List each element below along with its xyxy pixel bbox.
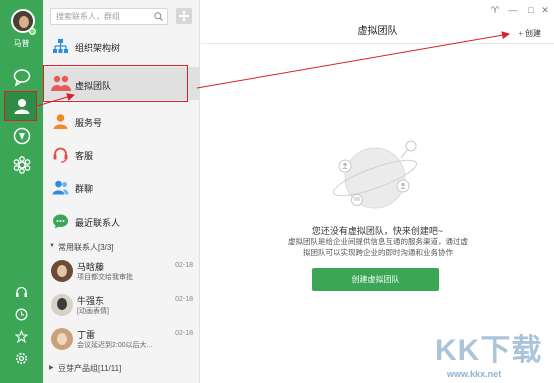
contact-date: 02-18 [175, 296, 193, 303]
search-box [50, 8, 168, 25]
contacts-tab-highlight [4, 91, 37, 121]
nav-item-label: 客服 [75, 151, 94, 161]
contact-avatar [51, 328, 73, 350]
recent-contacts-icon [52, 213, 69, 230]
service-account-icon [52, 113, 69, 130]
star-icon[interactable] [14, 329, 29, 344]
headset-icon[interactable] [15, 286, 28, 299]
nav-item-label: 最近联系人 [75, 218, 121, 228]
expand-down-icon: ▼ [49, 243, 55, 249]
virtual-team-highlight [43, 65, 188, 102]
watermark-text: KK下载 [435, 334, 543, 367]
group-label: 豆芽产品组[11/11] [58, 364, 122, 373]
contact-last-message: 会议延迟到2:00以后大... [77, 342, 153, 349]
nav-item-service-account[interactable]: 服务号 [43, 107, 200, 137]
title-bar: 虚拟团队 ♈ — □ ✕ + 创建 [201, 0, 554, 44]
left-rail: 马普 [0, 0, 43, 383]
nav-item-customer-service[interactable]: 客服 [43, 140, 200, 170]
expand-right-icon: ▶ [49, 365, 54, 371]
plus-icon: + [518, 29, 523, 38]
contact-avatar [51, 294, 73, 316]
group-label: 常用联系人[3/3] [58, 243, 114, 252]
watermark-logo: KK下载 www.kkx.net [435, 325, 550, 381]
search-icon[interactable] [154, 12, 163, 21]
minimize-icon[interactable]: — [508, 5, 518, 15]
contact-date: 02-18 [175, 330, 193, 337]
group-frequent-contacts[interactable]: ▼ 常用联系人[3/3] [43, 240, 200, 253]
create-label: 创建 [525, 29, 541, 38]
close-icon[interactable]: ✕ [540, 5, 550, 15]
search-input[interactable] [51, 9, 146, 24]
contact-row[interactable]: 丁雷 会议延迟到2:00以后大... 02-18 [43, 325, 200, 355]
empty-team-illustration [333, 140, 417, 209]
nav-item-label: 服务号 [75, 118, 103, 128]
contacts-panel: 组织架构树 虚拟团队 服务号 客服 群聊 最近联系人 ▼ 常用联系人[3/3] [43, 0, 200, 383]
contact-row[interactable]: 马晗藤 项目都交给我审批 02-18 [43, 257, 200, 287]
user-name: 马普 [13, 39, 30, 48]
settings-icon[interactable] [15, 352, 28, 365]
create-team-link[interactable]: + 创建 [518, 28, 541, 39]
skin-icon[interactable]: ♈ [490, 5, 500, 15]
apps-icon[interactable] [13, 156, 31, 174]
clock-icon[interactable] [15, 308, 28, 321]
contact-avatar [51, 260, 73, 282]
add-button[interactable] [176, 8, 192, 24]
create-virtual-team-button[interactable]: 创建虚拟团队 [312, 268, 439, 291]
nav-item-label: 群聊 [75, 184, 94, 194]
group-product-team[interactable]: ▶ 豆芽产品组[11/11] [43, 361, 200, 374]
contact-date: 02-18 [175, 262, 193, 269]
nav-item-recent-contacts[interactable]: 最近联系人 [43, 207, 200, 237]
contact-last-message: [动画表情] [77, 308, 109, 315]
nav-item-org-tree[interactable]: 组织架构树 [43, 32, 200, 62]
online-status-icon [29, 28, 36, 35]
page-title: 虚拟团队 [357, 26, 398, 37]
customer-service-icon [52, 146, 69, 163]
workspace-icon[interactable] [13, 127, 31, 145]
empty-state-description: 虚拟团队是给企业间提供信息互通的服务渠道，通过虚拟团队可以实现跨企业的即时沟通和… [288, 237, 468, 257]
group-chat-icon [52, 179, 69, 196]
nav-item-label: 组织架构树 [75, 43, 121, 53]
org-tree-icon [52, 38, 69, 55]
chat-icon[interactable] [13, 68, 31, 87]
nav-item-group-chat[interactable]: 群聊 [43, 173, 200, 203]
maximize-icon[interactable]: □ [526, 5, 536, 15]
contact-last-message: 项目都交给我审批 [77, 274, 133, 281]
watermark-url: www.kkx.net [447, 369, 502, 379]
contact-row[interactable]: 牛强东 [动画表情] 02-18 [43, 291, 200, 321]
